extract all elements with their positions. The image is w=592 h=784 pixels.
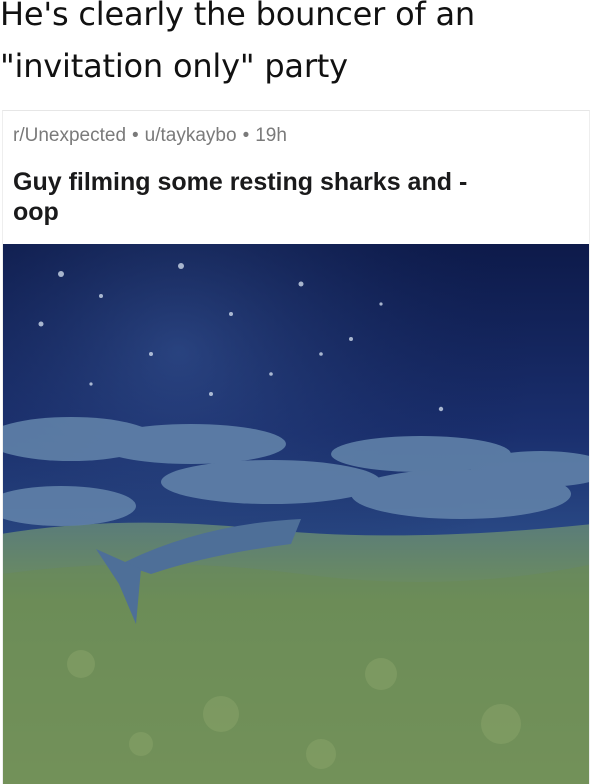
post-meta: r/Unexpected • u/taykaybo • 19h xyxy=(13,125,287,147)
caption-line-1: He's clearly the bouncer of an xyxy=(0,0,475,33)
meta-separator: • xyxy=(242,125,250,146)
meta-separator: • xyxy=(132,125,139,146)
underwater-scene-image xyxy=(3,244,589,784)
post-card[interactable]: r/Unexpected • u/taykaybo • 19h Guy filming … xyxy=(2,110,590,784)
post-age: 19h xyxy=(255,125,287,146)
subreddit-link[interactable]: r/Unexpected xyxy=(13,125,126,146)
video-thumbnail[interactable] xyxy=(3,244,589,784)
meme-caption: He's clearly the bouncer of an "invitati… xyxy=(0,0,580,92)
caption-line-2: "invitation only" party xyxy=(0,47,348,85)
post-title[interactable]: Guy filming some resting sharks and - oo… xyxy=(13,167,573,227)
username-link[interactable]: u/taykaybo xyxy=(145,125,237,146)
